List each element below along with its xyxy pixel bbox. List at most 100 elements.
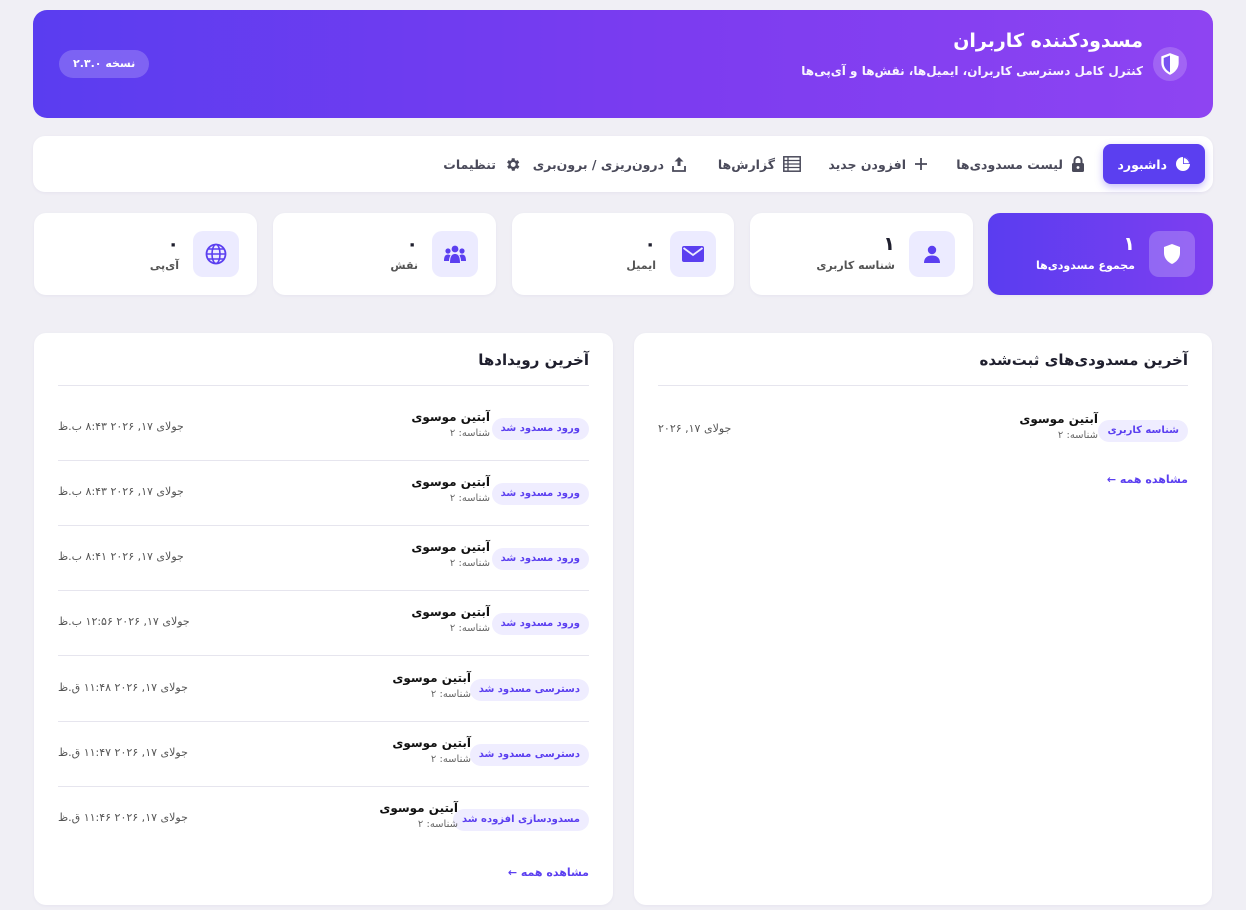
stat-value: ۰ bbox=[406, 233, 418, 255]
table-row: مسدودسازی افزوده شد آبتین موسوی شناسه: ۲… bbox=[58, 787, 589, 852]
event-date: جولای ۱۷, ۲۰۲۶ ۱۲:۵۶ ب.ظ bbox=[58, 615, 190, 628]
table-list-icon bbox=[783, 156, 801, 172]
divider bbox=[58, 655, 589, 656]
main-nav: داشبورد لیست مسدودی‌ها افزودن جدید گزارش… bbox=[33, 136, 1213, 192]
tab-add-new-label: افزودن جدید bbox=[828, 156, 906, 172]
event-badge: ورود مسدود شد bbox=[491, 548, 589, 570]
see-all-blocks-link[interactable]: مشاهده همه ← bbox=[1107, 473, 1188, 486]
user-info: آبتین موسوی شناسه: ۲ bbox=[1019, 412, 1098, 441]
tab-dashboard[interactable]: داشبورد bbox=[1103, 144, 1205, 184]
block-date: جولای ۱۷, ۲۰۲۶ bbox=[658, 422, 732, 435]
event-badge: ورود مسدود شد bbox=[491, 613, 589, 635]
stat-value: ۱ bbox=[883, 233, 895, 255]
table-row: ورود مسدود شد آبتین موسوی شناسه: ۲ جولای… bbox=[58, 591, 589, 656]
tab-import-export[interactable]: درون‌ریزی / برون‌بری bbox=[533, 144, 686, 184]
panel-title: آخرین مسدودی‌های ثبت‌شده bbox=[979, 351, 1188, 369]
tab-dashboard-label: داشبورد bbox=[1117, 156, 1167, 172]
divider bbox=[658, 385, 1188, 386]
user-id: شناسه: ۲ bbox=[1057, 430, 1098, 441]
shield-icon bbox=[1149, 231, 1195, 277]
event-date: جولای ۱۷, ۲۰۲۶ ۱۱:۴۸ ق.ظ bbox=[58, 681, 188, 694]
recent-blocks-panel: آخرین مسدودی‌های ثبت‌شده شناسه کاربری آب… bbox=[634, 333, 1212, 905]
event-badge: ورود مسدود شد bbox=[491, 418, 589, 440]
tab-blocked-list[interactable]: لیست مسدودی‌ها bbox=[956, 144, 1085, 184]
list-item: شناسه کاربری آبتین موسوی شناسه: ۲ جولای … bbox=[658, 398, 1188, 463]
stat-card-ip: ۰ آی‌پی bbox=[34, 213, 257, 295]
stat-value: ۱ bbox=[1123, 233, 1135, 255]
stat-label: شناسه کاربری bbox=[816, 259, 895, 272]
table-row: دسترسی مسدود شد آبتین موسوی شناسه: ۲ جول… bbox=[58, 722, 589, 787]
tab-blocked-list-label: لیست مسدودی‌ها bbox=[956, 156, 1063, 172]
version-badge: نسخه ۲.۳.۰ bbox=[59, 50, 150, 78]
lock-icon bbox=[1072, 156, 1084, 172]
user-info: آبتین موسوی شناسه: ۲ bbox=[411, 540, 490, 569]
user-info: آبتین موسوی شناسه: ۲ bbox=[392, 671, 471, 700]
user-name: آبتین موسوی bbox=[1019, 412, 1098, 426]
user-icon bbox=[909, 231, 955, 277]
stat-label: نقش bbox=[390, 259, 418, 272]
event-badge: دسترسی مسدود شد bbox=[469, 679, 589, 701]
shield-icon bbox=[1153, 47, 1187, 81]
tab-reports[interactable]: گزارش‌ها bbox=[718, 144, 801, 184]
user-name: آبتین موسوی bbox=[379, 801, 458, 815]
user-id: شناسه: ۲ bbox=[430, 689, 471, 700]
stat-card-total: ۱ مجموع مسدودی‌ها bbox=[988, 213, 1213, 295]
event-badge: دسترسی مسدود شد bbox=[469, 744, 589, 766]
app-header: مسدودکننده کاربران کنترل کامل دسترسی کار… bbox=[33, 10, 1213, 118]
panel-title: آخرین رویدادها bbox=[478, 351, 589, 369]
tab-settings[interactable]: تنظیمات bbox=[443, 144, 521, 184]
user-name: آبتین موسوی bbox=[411, 410, 490, 424]
user-info: آبتین موسوی شناسه: ۲ bbox=[411, 410, 490, 439]
tab-add-new[interactable]: افزودن جدید bbox=[828, 144, 928, 184]
user-id: شناسه: ۲ bbox=[449, 428, 490, 439]
user-info: آبتین موسوی شناسه: ۲ bbox=[379, 801, 458, 830]
plus-icon bbox=[915, 158, 927, 170]
user-info: آبتین موسوی شناسه: ۲ bbox=[411, 475, 490, 504]
user-name: آبتین موسوی bbox=[411, 540, 490, 554]
gear-icon bbox=[507, 157, 520, 171]
user-name: آبتین موسوی bbox=[411, 605, 490, 619]
user-name: آبتین موسوی bbox=[392, 671, 471, 685]
envelope-icon bbox=[670, 231, 716, 277]
event-badge: مسدودسازی افزوده شد bbox=[452, 809, 589, 831]
stat-value: ۰ bbox=[167, 233, 179, 255]
user-id: شناسه: ۲ bbox=[449, 623, 490, 634]
pie-chart-icon bbox=[1176, 157, 1190, 171]
stat-card-email: ۰ ایمیل bbox=[512, 213, 734, 295]
stat-card-role: ۰ نقش bbox=[273, 213, 496, 295]
user-id: شناسه: ۲ bbox=[417, 819, 458, 830]
tab-import-export-label: درون‌ریزی / برون‌بری bbox=[532, 156, 664, 172]
stat-card-user-id: ۱ شناسه کاربری bbox=[750, 213, 973, 295]
stat-value: ۰ bbox=[644, 233, 656, 255]
block-type-badge: شناسه کاربری bbox=[1098, 420, 1188, 442]
user-name: آبتین موسوی bbox=[411, 475, 490, 489]
app-subtitle: کنترل کامل دسترسی کاربران، ایمیل‌ها، نقش… bbox=[801, 64, 1143, 78]
stat-label: ایمیل bbox=[626, 259, 656, 272]
user-id: شناسه: ۲ bbox=[449, 558, 490, 569]
tab-reports-label: گزارش‌ها bbox=[717, 156, 775, 172]
user-id: شناسه: ۲ bbox=[449, 493, 490, 504]
event-date: جولای ۱۷, ۲۰۲۶ ۸:۴۳ ب.ظ bbox=[58, 485, 184, 498]
globe-icon bbox=[193, 231, 239, 277]
table-row: ورود مسدود شد آبتین موسوی شناسه: ۲ جولای… bbox=[58, 396, 589, 461]
recent-events-panel: آخرین رویدادها ورود مسدود شد آبتین موسوی… bbox=[34, 333, 613, 905]
table-row: دسترسی مسدود شد آبتین موسوی شناسه: ۲ جول… bbox=[58, 657, 589, 722]
upload-icon bbox=[672, 157, 686, 172]
stat-label: مجموع مسدودی‌ها bbox=[1035, 259, 1135, 272]
event-date: جولای ۱۷, ۲۰۲۶ ۸:۴۳ ب.ظ bbox=[58, 420, 184, 433]
table-row: ورود مسدود شد آبتین موسوی شناسه: ۲ جولای… bbox=[58, 526, 589, 591]
table-row: ورود مسدود شد آبتین موسوی شناسه: ۲ جولای… bbox=[58, 461, 589, 526]
divider bbox=[58, 385, 589, 386]
user-info: آبتین موسوی شناسه: ۲ bbox=[411, 605, 490, 634]
event-date: جولای ۱۷, ۲۰۲۶ ۱۱:۴۶ ق.ظ bbox=[58, 811, 188, 824]
user-info: آبتین موسوی شناسه: ۲ bbox=[392, 736, 471, 765]
event-date: جولای ۱۷, ۲۰۲۶ ۸:۴۱ ب.ظ bbox=[58, 550, 184, 563]
event-date: جولای ۱۷, ۲۰۲۶ ۱۱:۴۷ ق.ظ bbox=[58, 746, 188, 759]
users-group-icon bbox=[432, 231, 478, 277]
user-name: آبتین موسوی bbox=[392, 736, 471, 750]
stat-label: آی‌پی bbox=[149, 259, 179, 272]
tab-settings-label: تنظیمات bbox=[443, 156, 496, 172]
event-badge: ورود مسدود شد bbox=[491, 483, 589, 505]
user-id: شناسه: ۲ bbox=[430, 754, 471, 765]
see-all-events-link[interactable]: مشاهده همه ← bbox=[508, 866, 589, 879]
